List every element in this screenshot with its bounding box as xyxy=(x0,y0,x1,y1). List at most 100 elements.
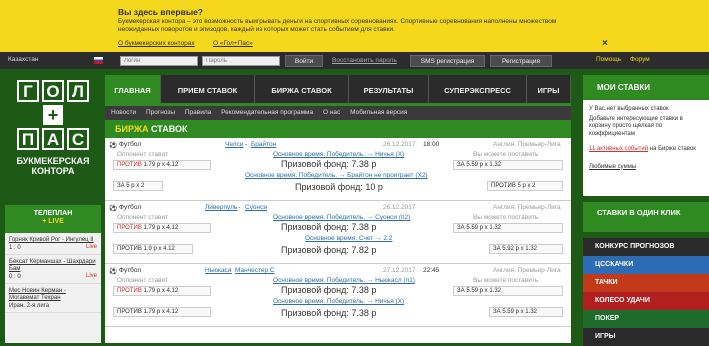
about-golpas-link[interactable]: О «Гол+Пас» xyxy=(213,40,253,47)
teleplan-header[interactable]: ТЕЛЕПЛАН + LIVE xyxy=(5,205,101,233)
prize-fund: Призовой фонд: 7.38 р xyxy=(281,222,377,232)
teleplan-title: ТЕЛЕПЛАН xyxy=(33,210,73,217)
info-text: Букмекерская контора – это возможность в… xyxy=(118,18,557,33)
teleplan-match[interactable]: Мес Новин Керман - Могавемат Техран xyxy=(9,288,97,302)
tab-main[interactable]: ГЛАВНАЯ xyxy=(105,75,161,103)
logo-subtitle: БУКМЕКЕРСКАЯ КОНТОРА xyxy=(16,156,90,176)
event-outcome[interactable]: Основное время. Победитель. → Суонси (п2… xyxy=(273,214,410,221)
restore-password-link[interactable]: Восстановить пароль xyxy=(332,57,397,64)
logo[interactable]: Г О Л + П А С БУКМЕКЕРСКАЯ КОНТОРА xyxy=(5,80,101,183)
info-title: Вы здесь впервые? xyxy=(118,7,203,17)
left-column: Г О Л + П А С БУКМЕКЕРСКАЯ КОНТОРА xyxy=(5,72,101,183)
event-row: ⚽ Футбол Ньюкасл - Манчестер С 27.12.201… xyxy=(105,264,571,327)
forum-link[interactable]: Форум xyxy=(630,56,650,63)
for-box[interactable]: ЗА 5.59 р х 1.32 xyxy=(489,307,563,317)
promo-forecast-contest[interactable]: КОНКУРС ПРОГНОЗОВ xyxy=(583,238,709,256)
logo-letter: А xyxy=(42,128,64,150)
subnav-rules[interactable]: Правила xyxy=(185,109,211,116)
teleplan-item[interactable]: Мес Новин Керман - Могавемат Техран Иран… xyxy=(5,284,101,313)
prize-fund: Призовой фонд: 7.38 р xyxy=(281,285,377,295)
subnav-referral[interactable]: Рекомендательная программа xyxy=(221,109,313,116)
teleplan-match[interactable]: Горняк Кривой Рог - Ингулец II xyxy=(9,237,97,244)
event-outcome[interactable]: Основное время. Победитель. → Ничья (X) xyxy=(273,151,404,158)
against-box[interactable]: ПРОТИВ 5 р х 2 xyxy=(487,181,563,191)
main-content: ГЛАВНАЯ ПРИЕМ СТАВОК БИРЖА СТАВОК РЕЗУЛЬ… xyxy=(105,75,571,343)
event-outcome[interactable]: Основное время. Победитель. → Ньюкасл (п… xyxy=(273,277,415,284)
event-league: Англия. Премьер-Лига xyxy=(493,204,561,211)
one-click-title[interactable]: СТАВКИ В ОДИН КЛИК xyxy=(583,202,709,232)
teleplan-match[interactable]: Бексат Керманшах - Шахрдари Бам xyxy=(9,259,97,273)
info-bar: Вы здесь впервые? Букмекерская контора –… xyxy=(0,0,709,52)
my-bets-title: МОИ СТАВКИ xyxy=(583,75,709,100)
live-badge: Live xyxy=(85,273,97,279)
event-away[interactable]: Суонси xyxy=(245,204,267,211)
sub-nav: Новости Прогнозы Правила Рекомендательна… xyxy=(105,106,571,120)
subnav-mobile[interactable]: Мобильная версия xyxy=(350,109,407,116)
for-box[interactable]: ЗА 5.59 р х 1.32 xyxy=(453,160,563,170)
sms-register-button[interactable]: SMS регистрация xyxy=(410,55,485,67)
tab-results[interactable]: РЕЗУЛЬТАТЫ xyxy=(349,75,429,103)
event-away[interactable]: Брайтон xyxy=(251,141,276,148)
flag-icon[interactable] xyxy=(94,57,103,64)
about-bookmakers-link[interactable]: О букмекерских конторах xyxy=(118,40,195,47)
promo-races[interactable]: ЦССКАЧКИ xyxy=(583,256,709,274)
tab-exchange[interactable]: БИРЖА СТАВОК xyxy=(255,75,349,103)
subnav-news[interactable]: Новости xyxy=(111,109,136,116)
for-box[interactable]: ЗА 5.59 р х 1.32 xyxy=(453,286,563,296)
against-box[interactable]: ПРОТИВ 1.79 р х 4.12 xyxy=(113,286,211,296)
event-date: 27.12.2017 xyxy=(383,267,416,274)
promo-wheel[interactable]: КОЛЕСО УДАЧИ xyxy=(583,292,709,310)
against-box[interactable]: ПРОТИВ 1.9 р х 4.12 xyxy=(113,244,193,254)
event-home[interactable]: Ньюкасл xyxy=(205,267,232,274)
close-icon[interactable]: × xyxy=(602,38,608,49)
promo-games[interactable]: ИГРЫ xyxy=(583,328,709,346)
event-sport: Футбол xyxy=(119,141,142,148)
for-box[interactable]: ЗА 5.92 р х 1.32 xyxy=(489,244,563,254)
for-box[interactable]: ЗА 5.59 р х 1.32 xyxy=(453,223,563,233)
favorite-sums-link[interactable]: Любимые суммы xyxy=(589,164,703,172)
right-column: МОИ СТАВКИ У Вас нет выбранных ставок До… xyxy=(583,75,709,346)
no-bets-text: У Вас нет выбранных ставок xyxy=(589,106,669,112)
event-row: ⚽ Футбол Ливерпуль - Суонси 26.12.2017 А… xyxy=(105,201,571,264)
promo-cars[interactable]: ТАЧКИ xyxy=(583,274,709,292)
opponent-label: Оппонент ставит xyxy=(117,214,169,221)
event-league: Англия. Премьер-Лига xyxy=(493,141,561,148)
opponent-label: Оппонент ставит xyxy=(117,151,169,158)
against-box[interactable]: ПРОТИВ 1.79 р х 4.12 xyxy=(113,160,211,170)
subnav-about[interactable]: О нас xyxy=(323,109,340,116)
event-outcome[interactable]: Основное время. Победитель. → Брайтон не… xyxy=(245,172,428,179)
event-row: ⚽ Футбол Челси - Брайтон 26.12.2017 18:0… xyxy=(105,138,571,201)
event-home[interactable]: Ливерпуль xyxy=(205,204,237,211)
promo-poker[interactable]: ПОКЕР xyxy=(583,310,709,328)
active-events-text: 11 активных событий на Бирже ставок xyxy=(589,146,696,152)
password-input[interactable] xyxy=(202,56,280,66)
logo-plus: + xyxy=(43,105,63,125)
opponent-label: Оппонент ставит xyxy=(117,277,169,284)
tab-games[interactable]: ИГРЫ xyxy=(527,75,571,103)
event-league: Англия. Премьер-Лига xyxy=(493,267,561,274)
tab-superexpress[interactable]: СУПЕРЭКСПРЕСС xyxy=(429,75,527,103)
live-badge: Live xyxy=(85,244,97,250)
subnav-forecasts[interactable]: Прогнозы xyxy=(146,109,175,116)
can-bet-label: Вы можете поставить xyxy=(473,214,539,221)
register-button[interactable]: Регистрация xyxy=(490,55,552,67)
main-tabs: ГЛАВНАЯ ПРИЕМ СТАВОК БИРЖА СТАВОК РЕЗУЛЬ… xyxy=(105,75,571,106)
help-link[interactable]: Помощь xyxy=(596,56,621,63)
event-home[interactable]: Челси xyxy=(225,141,243,148)
country-selector[interactable]: Казахстан xyxy=(8,56,38,63)
event-outcome[interactable]: Основное время. Победитель. → Ничья (X) xyxy=(273,298,404,305)
teleplan-item[interactable]: Горняк Кривой Рог - Ингулец II 1 : 0 Liv… xyxy=(5,233,101,255)
tab-bets[interactable]: ПРИЕМ СТАВОК xyxy=(161,75,255,103)
against-box[interactable]: ПРОТИВ 1.79 р х 4.12 xyxy=(113,307,211,317)
teleplan-panel: ТЕЛЕПЛАН + LIVE Горняк Кривой Рог - Ингу… xyxy=(5,205,101,343)
event-outcome[interactable]: Основное время. Счет → 2:2 xyxy=(305,235,392,242)
for-box[interactable]: ЗА 5 р х 2 xyxy=(113,181,163,191)
login-button[interactable]: Войти xyxy=(285,55,323,67)
login-input[interactable] xyxy=(120,56,198,66)
teleplan-item[interactable]: Бексат Керманшах - Шахрдари Бам 0 : 0 Li… xyxy=(5,255,101,284)
active-events-link[interactable]: 11 активных событий xyxy=(589,146,648,152)
event-time: 18:00 xyxy=(423,141,440,148)
event-away[interactable]: Манчестер С xyxy=(235,267,275,274)
against-box[interactable]: ПРОТИВ 1.79 р х 4.12 xyxy=(113,223,211,233)
can-bet-label: Вы можете поставить xyxy=(473,277,539,284)
